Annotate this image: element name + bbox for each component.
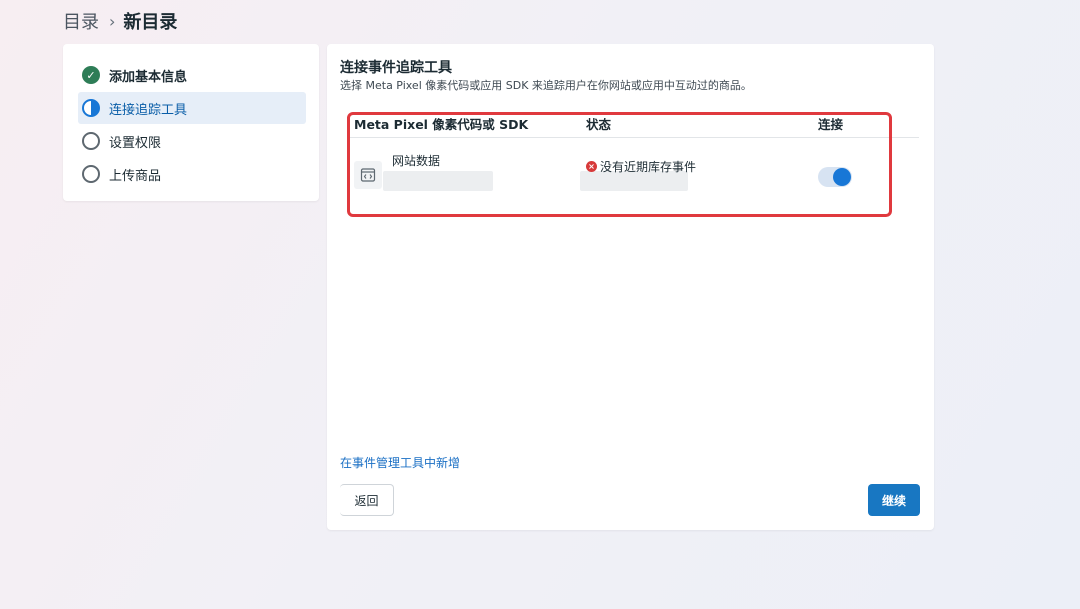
table-header: Meta Pixel 像素代码或 SDK 状态 连接 (347, 110, 919, 138)
main-panel: 连接事件追踪工具 选择 Meta Pixel 像素代码或应用 SDK 来追踪用户… (327, 44, 934, 530)
step-label: 连接追踪工具 (109, 102, 188, 118)
redacted-source-id (383, 171, 493, 191)
empty-circle-icon (82, 132, 100, 150)
breadcrumb-parent-link[interactable]: 目录 (63, 8, 99, 34)
step-label: 上传商品 (109, 168, 162, 184)
add-in-events-manager-link[interactable]: 在事件管理工具中新增 (340, 454, 460, 471)
column-header-source: Meta Pixel 像素代码或 SDK (354, 117, 529, 132)
chevron-right-icon: › (109, 11, 116, 31)
empty-circle-icon (82, 165, 100, 183)
source-name: 网站数据 (392, 154, 441, 168)
connect-toggle[interactable] (818, 167, 852, 187)
toggle-knob (833, 168, 851, 186)
continue-button[interactable]: 继续 (868, 484, 920, 516)
breadcrumb: 目录 › 新目录 (63, 8, 177, 34)
error-dot-icon: × (586, 161, 597, 172)
column-header-status: 状态 (586, 117, 612, 132)
step-upload-products[interactable]: 上传商品 (78, 158, 306, 190)
back-button[interactable]: 返回 (340, 484, 394, 516)
code-window-icon (354, 161, 382, 189)
status-text: 没有近期库存事件 (600, 160, 697, 174)
steps-panel: ✓ 添加基本信息 连接追踪工具 设置权限 上传商品 (63, 44, 319, 201)
page-title: 连接事件追踪工具 (340, 60, 452, 76)
step-connect-tracking[interactable]: 连接追踪工具 (78, 92, 306, 124)
step-permissions[interactable]: 设置权限 (78, 125, 306, 157)
page-description: 选择 Meta Pixel 像素代码或应用 SDK 来追踪用户在你网站或应用中互… (340, 79, 752, 92)
step-basic-info[interactable]: ✓ 添加基本信息 (78, 59, 306, 91)
table-row: 网站数据 × 没有近期库存事件 (347, 146, 919, 206)
half-circle-icon (82, 99, 100, 117)
step-label: 添加基本信息 (109, 69, 188, 85)
breadcrumb-current: 新目录 (123, 12, 178, 33)
step-label: 设置权限 (109, 135, 162, 151)
column-header-connect: 连接 (818, 117, 844, 132)
check-circle-icon: ✓ (82, 66, 100, 84)
